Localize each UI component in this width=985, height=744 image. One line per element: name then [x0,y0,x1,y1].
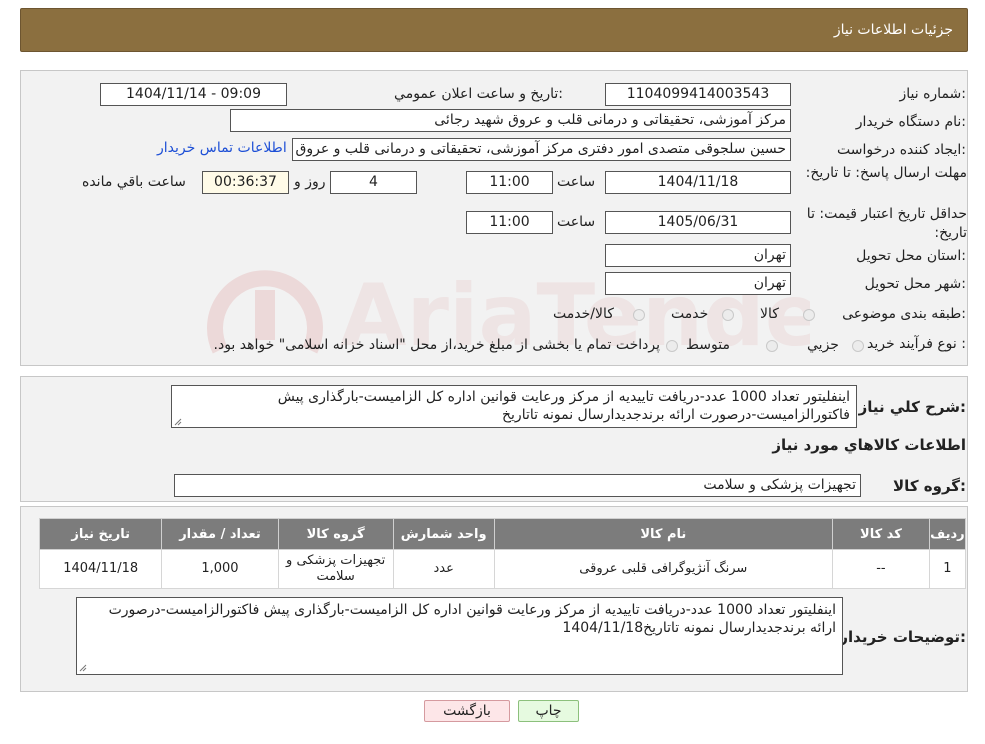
buyer-org-label: نام دستگاه خریدار: [855,114,966,130]
items-table-header: ردیف کد کالا نام کالا واحد شمارش گروه کا… [38,518,967,550]
days-label: روز و [294,174,326,190]
col-need-date: تاریخ نیاز [38,518,163,550]
requester-label: ایجاد کننده درخواست: [837,142,966,158]
requester-field[interactable]: حسین سلجوقی متصدی امور دفتری مرکز آموزشی… [292,138,791,161]
buyer-org-field[interactable]: مرکز آموزشی، تحقیقاتی و درمانی قلب و عرو… [230,109,791,132]
col-item-name: نام کالا [493,518,833,550]
deadline-label: مهلت ارسال پاسخ: تا تاریخ: [805,165,967,181]
city-label: شهر محل تحویل: [864,276,966,292]
process-label: نوع فرآیند خرید : [867,336,966,352]
cell-need-date: 1404/11/18 [38,549,163,589]
deadline-date-field[interactable]: 1404/11/18 [605,171,791,194]
table-row[interactable]: 1 -- سرنگ آنژیوگرافی قلبی عروقی عدد تجهی… [38,549,967,589]
cell-row-number: 1 [928,549,967,589]
col-item-code: کد کالا [831,518,930,550]
remaining-time-field: 00:36:37 [202,171,289,194]
process-option-minor: جزیي [807,337,839,353]
announce-field[interactable]: 1404/11/14 - 09:09 [100,83,287,106]
validity-date-field[interactable]: 1405/06/31 [605,211,791,234]
col-row-number: ردیف [928,518,967,550]
page-title: جزئیات اطلاعات نیاز [833,22,953,38]
category-radio-goods[interactable] [803,309,815,321]
description-text: اینفلیتور تعداد 1000 عدد-دریافت تاییدیه … [277,389,850,423]
province-label: استان محل تحویل: [856,248,966,264]
cell-item-group: تجهیزات پزشکی و سلامت [277,549,394,589]
resize-grip-icon[interactable] [174,418,182,426]
description-label: شرح کلي نیاز: [858,398,966,416]
process-note: پرداخت تمام یا بخشی از مبلغ خرید،از محل … [213,337,660,353]
process-option-medium: متوسط [686,337,730,353]
category-label: طبقه بندی موضوعی: [842,306,966,322]
city-field[interactable]: تهران [605,272,791,295]
goods-group-field[interactable]: تجهیزات پزشکی و سلامت [174,474,861,497]
deadline-time-field[interactable]: 11:00 [466,171,553,194]
need-number-field[interactable]: 1104099414003543 [605,83,791,106]
need-number-label: شماره نیاز: [899,86,966,102]
days-field[interactable]: 4 [330,171,417,194]
validity-time-label: ساعت [557,214,596,230]
col-item-group: گروه کالا [277,518,394,550]
buyer-notes-text: اینفلیتور تعداد 1000 عدد-دریافت تاییدیه … [108,602,836,636]
resize-grip-icon[interactable] [79,664,87,672]
back-button[interactable]: بازگشت [424,700,510,722]
cell-unit: عدد [392,549,495,589]
process-radio-treasury[interactable] [666,340,678,352]
category-radio-goods-service[interactable] [633,309,645,321]
cell-item-code: -- [831,549,930,589]
category-radio-service[interactable] [722,309,734,321]
buyer-notes-textarea[interactable]: اینفلیتور تعداد 1000 عدد-دریافت تاییدیه … [76,597,843,675]
buyer-contact-link[interactable]: اطلاعات تماس خریدار [157,140,287,156]
category-option-goods: کالا [760,306,779,322]
cell-quantity: 1,000 [161,549,279,589]
deadline-time-label: ساعت [557,174,596,190]
process-radio-medium[interactable] [766,340,778,352]
validity-label: حداقل تاریخ اعتبار قیمت: تا تاریخ: [806,206,967,241]
remaining-label: ساعت باقي مانده [82,174,186,190]
description-textarea[interactable]: اینفلیتور تعداد 1000 عدد-دریافت تاییدیه … [171,385,857,428]
page-header: جزئیات اطلاعات نیاز [20,8,968,52]
buyer-notes-label: توضیحات خریدار: [839,628,966,646]
announce-label: تاریخ و ساعت اعلان عمومي: [394,86,563,102]
province-field[interactable]: تهران [605,244,791,267]
process-radio-minor[interactable] [852,340,864,352]
items-table: ردیف کد کالا نام کالا واحد شمارش گروه کا… [38,518,967,589]
goods-group-label: گروه کالا: [893,477,966,495]
category-option-goods-service: کالا/خدمت [553,306,614,322]
goods-info-title: اطلاعات کالاهاي مورد نیاز [772,436,966,454]
validity-time-field[interactable]: 11:00 [466,211,553,234]
col-quantity: تعداد / مقدار [161,518,279,550]
print-button[interactable]: چاپ [518,700,579,722]
col-unit: واحد شمارش [392,518,495,550]
cell-item-name: سرنگ آنژیوگرافی قلبی عروقی [493,549,833,589]
category-option-service: خدمت [671,306,709,322]
